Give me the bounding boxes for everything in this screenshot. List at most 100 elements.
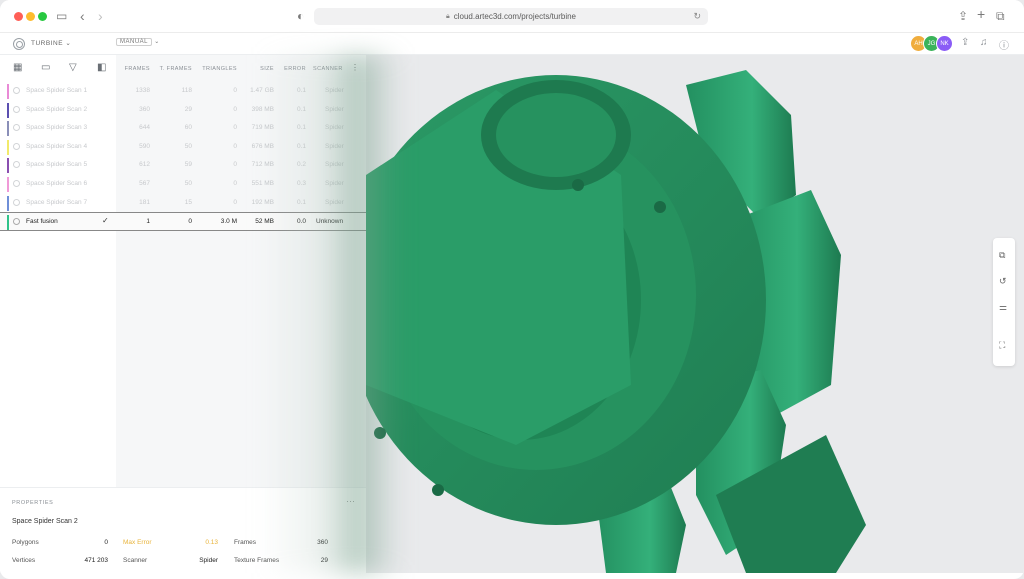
table-row[interactable]: Space Spider Scan 3 644 60 0 719 MB 0.1 Spider: [0, 119, 366, 138]
bolt: [654, 201, 666, 213]
privacy-shield-icon[interactable]: ◐: [297, 8, 304, 24]
column-header-scanner[interactable]: SCANNER: [313, 66, 346, 72]
visibility-check-icon[interactable]: [13, 161, 20, 169]
cell-frames: 1: [146, 218, 150, 226]
cell-frames: 590: [139, 142, 150, 150]
scan-color-bar: [7, 176, 9, 192]
visibility-check-icon[interactable]: [13, 87, 20, 94]
visibility-check-icon[interactable]: [13, 142, 20, 150]
cell-error: 0.1: [296, 124, 306, 132]
table-row[interactable]: Space Spider Scan 4 590 50 0 676 MB 0.1 Spider: [0, 138, 366, 157]
scanner-value: Spider: [199, 557, 218, 564]
cell-size: 192 MB: [251, 198, 274, 206]
reload-icon[interactable]: ↻: [693, 11, 701, 22]
cell-scanner: Spider: [325, 142, 344, 150]
avatar[interactable]: NK: [936, 35, 953, 52]
column-header-texture-frames[interactable]: T. FRAMES: [152, 66, 192, 72]
cell-scanner: Spider: [325, 87, 344, 94]
history-icon[interactable]: ↺: [999, 276, 1007, 287]
column-header-triangles[interactable]: TRIANGLES: [196, 66, 237, 72]
scan-name: Space Spider Scan 3: [26, 124, 88, 132]
cell-size: 551 MB: [251, 179, 274, 187]
table-row[interactable]: Space Spider Scan 6 567 50 0 551 MB 0.3 Spider: [0, 175, 366, 194]
texture-frames-label: Texture Frames: [234, 557, 280, 564]
export-icon[interactable]: ⇪: [961, 37, 969, 48]
mode-selector[interactable]: MANUAL ⌄: [116, 38, 160, 46]
grid-view-icon[interactable]: ▦: [13, 62, 22, 73]
cell-size: 676 MB: [251, 142, 274, 150]
column-header-size[interactable]: SIZE: [240, 66, 274, 72]
cell-frames: 644: [139, 124, 150, 132]
bell-icon[interactable]: ♫: [980, 37, 988, 48]
cell-error: 0.0: [296, 218, 306, 226]
vertices-label: Vertices: [12, 557, 36, 564]
add-folder-icon[interactable]: ▭: [41, 62, 50, 73]
scan-name: Fast fusion: [26, 218, 58, 226]
column-header-error[interactable]: ERROR: [278, 66, 306, 72]
browser-window: ▭ ‹ › ◐ 🔒︎ cloud.artec3d.com/projects/tu…: [0, 0, 1024, 579]
scans-panel: ▦ ▭ ▽ ◧ FRAMES T. FRAMES TRIANGLES SIZE …: [0, 55, 366, 573]
scan-color-bar: [7, 121, 9, 137]
visibility-check-icon[interactable]: [13, 124, 20, 132]
project-selector[interactable]: TURBINE ⌄: [31, 39, 71, 47]
help-icon[interactable]: ⓘ: [999, 37, 1009, 52]
visibility-check-icon[interactable]: [13, 179, 20, 187]
table-row[interactable]: Space Spider Scan 7 181 15 0 192 MB 0.1 Spider: [0, 194, 366, 213]
back-icon[interactable]: ‹: [80, 8, 85, 24]
cell-triangles: 0: [233, 87, 237, 94]
visibility-check-icon[interactable]: [13, 198, 20, 206]
scans-table: Space Spider Scan 1 1338 118 0 1.47 GB 0.1 Spi…: [0, 82, 366, 231]
more-icon[interactable]: ⋯: [346, 496, 355, 507]
new-tab-icon[interactable]: +: [977, 6, 985, 22]
scan-name: Space Spider Scan 7: [26, 198, 88, 206]
columns-menu-icon[interactable]: ⋮: [351, 63, 359, 72]
scan-name: Space Spider Scan 1: [26, 87, 88, 94]
scan-color-bar: [7, 195, 9, 211]
panel-layout-icon[interactable]: ◧: [97, 62, 106, 73]
properties-panel: PROPERTIES ⋯ Space Spider Scan 2 Polygon…: [0, 487, 366, 573]
table-row[interactable]: Space Spider Scan 2 360 29 0 398 MB 0.1 Spider: [0, 101, 366, 120]
cell-scanner: Spider: [325, 198, 344, 206]
3d-viewport[interactable]: [366, 55, 1024, 573]
polygons-label: Polygons: [12, 539, 39, 546]
cell-triangles: 0: [233, 179, 237, 187]
forward-icon[interactable]: ›: [98, 8, 103, 24]
visibility-check-icon[interactable]: [13, 218, 20, 226]
fit-view-icon[interactable]: ⛶: [999, 340, 1005, 351]
visibility-check-icon[interactable]: [13, 105, 20, 113]
table-row[interactable]: Space Spider Scan 1 1338 118 0 1.47 GB 0.1 Spi…: [0, 82, 366, 101]
copy-view-icon[interactable]: ⧉: [999, 250, 1005, 261]
share-icon[interactable]: ⇪: [958, 8, 968, 24]
zoom-window-button[interactable]: [38, 12, 47, 21]
project-name: TURBINE: [31, 40, 64, 47]
cell-triangles: 0: [233, 105, 237, 113]
cell-triangles: 0: [233, 198, 237, 206]
close-window-button[interactable]: [14, 12, 23, 21]
sliders-icon[interactable]: ⚌: [999, 302, 1007, 313]
cell-scanner: Spider: [325, 105, 344, 113]
shaft-end-face: [496, 93, 616, 177]
vertices-value: 471 203: [84, 557, 109, 564]
sidebar-toggle-icon[interactable]: ▭: [56, 8, 67, 24]
column-header-frames[interactable]: FRAMES: [116, 66, 150, 72]
address-bar[interactable]: 🔒︎ cloud.artec3d.com/projects/turbine ↻: [314, 8, 708, 25]
table-row[interactable]: Space Spider Scan 5 612 59 0 712 MB 0.2 Spider: [0, 156, 366, 175]
artec-logo-icon[interactable]: [13, 38, 25, 50]
cell-frames: 1338: [135, 87, 150, 94]
cell-size: 398 MB: [251, 105, 274, 113]
tabs-overview-icon[interactable]: ⧉: [996, 8, 1005, 24]
cell-scanner: Spider: [325, 179, 344, 187]
url-text: cloud.artec3d.com/projects/turbine: [453, 12, 577, 21]
viewport-toolbar: ⧉ ↺ ⚌ ⛶: [993, 238, 1015, 366]
scan-name: Space Spider Scan 6: [26, 179, 88, 187]
cell-error: 0.1: [296, 87, 306, 94]
filter-icon[interactable]: ▽: [69, 62, 77, 73]
max-error-value: 0.13: [205, 539, 218, 546]
lock-icon: 🔒︎: [445, 12, 450, 20]
scan-name: Space Spider Scan 4: [26, 142, 88, 150]
cell-size: 1.47 GB: [250, 87, 274, 94]
cell-triangles: 0: [233, 124, 237, 132]
cell-texture-frames: 0: [188, 218, 192, 226]
minimize-window-button[interactable]: [26, 12, 35, 21]
table-row-selected[interactable]: Fast fusion ✓ 1 0 3.0 M 52 MB 0.0 Unknown: [0, 212, 366, 231]
